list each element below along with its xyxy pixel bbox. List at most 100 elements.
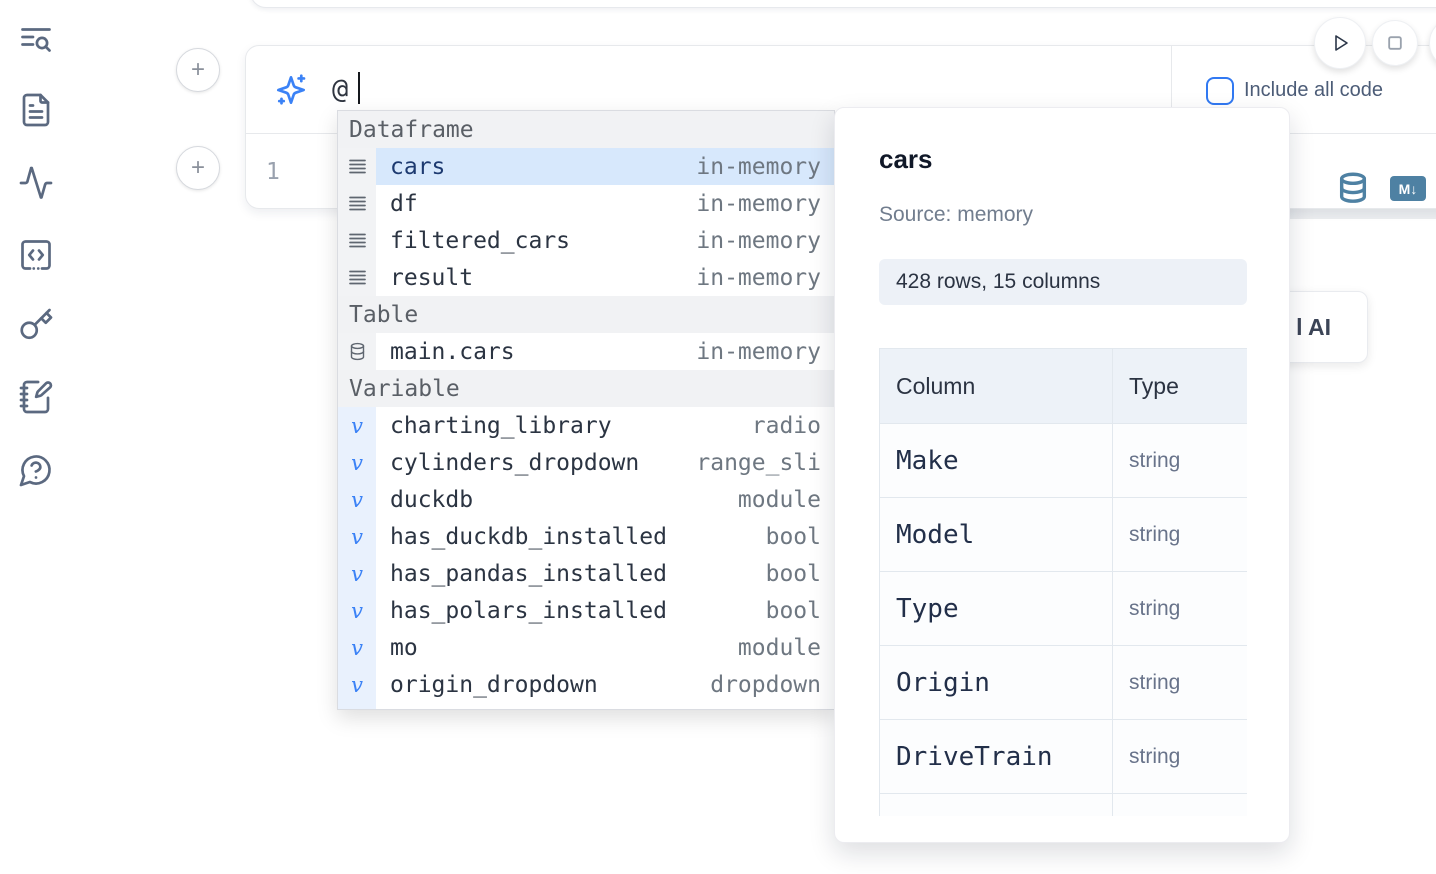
dataframe-icon	[338, 148, 376, 185]
ai-button-label: l AI	[1296, 314, 1331, 341]
schema-table: ColumnTypeMakestringModelstringTypestrin…	[879, 348, 1247, 816]
column-type: string	[1113, 720, 1248, 794]
column-name: DriveTrain	[880, 720, 1113, 794]
item-type: radio	[752, 413, 821, 439]
help-chat-icon[interactable]	[18, 452, 54, 488]
dataframe-icon	[338, 185, 376, 222]
autocomplete-item-body: has_duckdb_installed bool	[376, 518, 834, 555]
stop-button[interactable]	[1372, 20, 1418, 66]
item-type: in-memory	[696, 228, 821, 254]
autocomplete-item[interactable]: v has_duckdb_installed bool	[338, 518, 834, 555]
item-name: origin_dropdown	[390, 672, 598, 698]
item-name: cars	[390, 154, 445, 180]
key-icon[interactable]	[18, 307, 54, 343]
preview-shape-badge: 428 rows, 15 columns	[879, 259, 1247, 305]
variable-icon: v	[338, 592, 376, 629]
run-cell-button[interactable]	[1314, 17, 1366, 69]
column-name: Make	[880, 424, 1113, 498]
autocomplete-item[interactable]: vorigin_dropdowndropdown	[338, 666, 834, 703]
include-all-code-checkbox[interactable]	[1206, 77, 1234, 105]
autocomplete-section-header: Dataframe	[338, 111, 834, 148]
database-toolbar-icon[interactable]	[1336, 171, 1370, 205]
item-name: charting_library	[390, 413, 612, 439]
item-name: pd	[390, 709, 418, 711]
file-text-icon[interactable]	[18, 92, 54, 128]
autocomplete-item[interactable]: vmomodule	[338, 629, 834, 666]
notebook-pen-icon[interactable]	[18, 379, 54, 415]
variable-icon: v	[338, 481, 376, 518]
dataframe-icon	[338, 259, 376, 296]
item-type: module	[738, 487, 821, 513]
autocomplete-item[interactable]: vpdmodule	[338, 703, 834, 710]
autocomplete-item[interactable]: df in-memory	[338, 185, 834, 222]
item-type: bool	[766, 561, 821, 587]
schema-header-cell: Column	[880, 349, 1113, 424]
text-caret	[358, 72, 360, 104]
item-name: has_pandas_installed	[390, 561, 667, 587]
item-type: in-memory	[696, 154, 821, 180]
variable-icon: v	[338, 407, 376, 444]
autocomplete-item[interactable]: main.cars in-memory	[338, 333, 834, 370]
autocomplete-item-body: charting_library radio	[376, 407, 834, 444]
item-name: main.cars	[390, 339, 515, 365]
plus-icon: +	[191, 58, 205, 82]
item-name: result	[390, 265, 473, 291]
autocomplete-item[interactable]: vduckdbmodule	[338, 481, 834, 518]
sparkles-icon	[272, 71, 310, 109]
marimo-notebook: + + @ Include all code 1 M↓	[0, 0, 1436, 874]
item-type: in-memory	[696, 265, 821, 291]
autocomplete-item-body: pdmodule	[376, 703, 834, 710]
schema-table-wrap: ColumnTypeMakestringModelstringTypestrin…	[879, 348, 1247, 816]
item-type: in-memory	[696, 191, 821, 217]
schema-row: Originstring	[880, 646, 1248, 720]
column-name: Type	[880, 572, 1113, 646]
autocomplete-item-body: cylinders_dropdownrange_sli	[376, 444, 834, 481]
markdown-icon[interactable]: M↓	[1390, 176, 1426, 201]
autocomplete-item[interactable]: filtered_cars in-memory	[338, 222, 834, 259]
schema-row-partial	[880, 794, 1248, 817]
column-type: string	[1113, 424, 1248, 498]
item-name: filtered_cars	[390, 228, 570, 254]
item-type: in-memory	[696, 339, 821, 365]
schema-row: DriveTrainstring	[880, 720, 1248, 794]
add-cell-button-bottom[interactable]: +	[176, 146, 220, 190]
activity-icon[interactable]	[18, 165, 54, 201]
autocomplete-item[interactable]: cars in-memory	[338, 148, 834, 185]
item-type: module	[738, 635, 821, 661]
autocomplete-item[interactable]: vhas_polars_installedbool	[338, 592, 834, 629]
autocomplete-item-body: duckdbmodule	[376, 481, 834, 518]
item-name: df	[390, 191, 418, 217]
autocomplete-item[interactable]: v has_pandas_installed bool	[338, 555, 834, 592]
autocomplete-section-header: Table	[338, 296, 834, 333]
database-icon	[338, 333, 376, 370]
autocomplete-item-body: momodule	[376, 629, 834, 666]
ai-prompt-input[interactable]: @	[332, 74, 348, 105]
autocomplete-item-body: cars in-memory	[376, 148, 834, 185]
text-search-icon[interactable]	[18, 22, 54, 58]
item-type: range_sli	[696, 450, 821, 476]
column-name: Model	[880, 498, 1113, 572]
autocomplete-item[interactable]: result in-memory	[338, 259, 834, 296]
column-type: string	[1113, 498, 1248, 572]
item-name: has_duckdb_installed	[390, 524, 667, 550]
preview-title: cars	[879, 144, 933, 175]
autocomplete-item-body: df in-memory	[376, 185, 834, 222]
autocomplete-item[interactable]: vcylinders_dropdownrange_sli	[338, 444, 834, 481]
variable-icon: v	[338, 518, 376, 555]
schema-row: Modelstring	[880, 498, 1248, 572]
preview-source: Source: memory	[879, 203, 1033, 227]
variable-icon: v	[338, 555, 376, 592]
autocomplete-item-body: has_pandas_installed bool	[376, 555, 834, 592]
add-cell-button-top[interactable]: +	[176, 48, 220, 92]
snippets-icon[interactable]	[18, 237, 54, 273]
dataframe-icon	[338, 222, 376, 259]
autocomplete-item[interactable]: v charting_library radio	[338, 407, 834, 444]
item-type: bool	[766, 598, 821, 624]
autocomplete-item-body: filtered_cars in-memory	[376, 222, 834, 259]
column-name: Origin	[880, 646, 1113, 720]
dataframe-preview-card: cars Source: memory 428 rows, 15 columns…	[834, 107, 1290, 843]
autocomplete-dropdown: Dataframecarsin-memorydfin-memoryfiltere…	[337, 110, 835, 710]
schema-row: Typestring	[880, 572, 1248, 646]
item-type: bool	[766, 524, 821, 550]
previous-cell-edge	[250, 0, 1436, 8]
